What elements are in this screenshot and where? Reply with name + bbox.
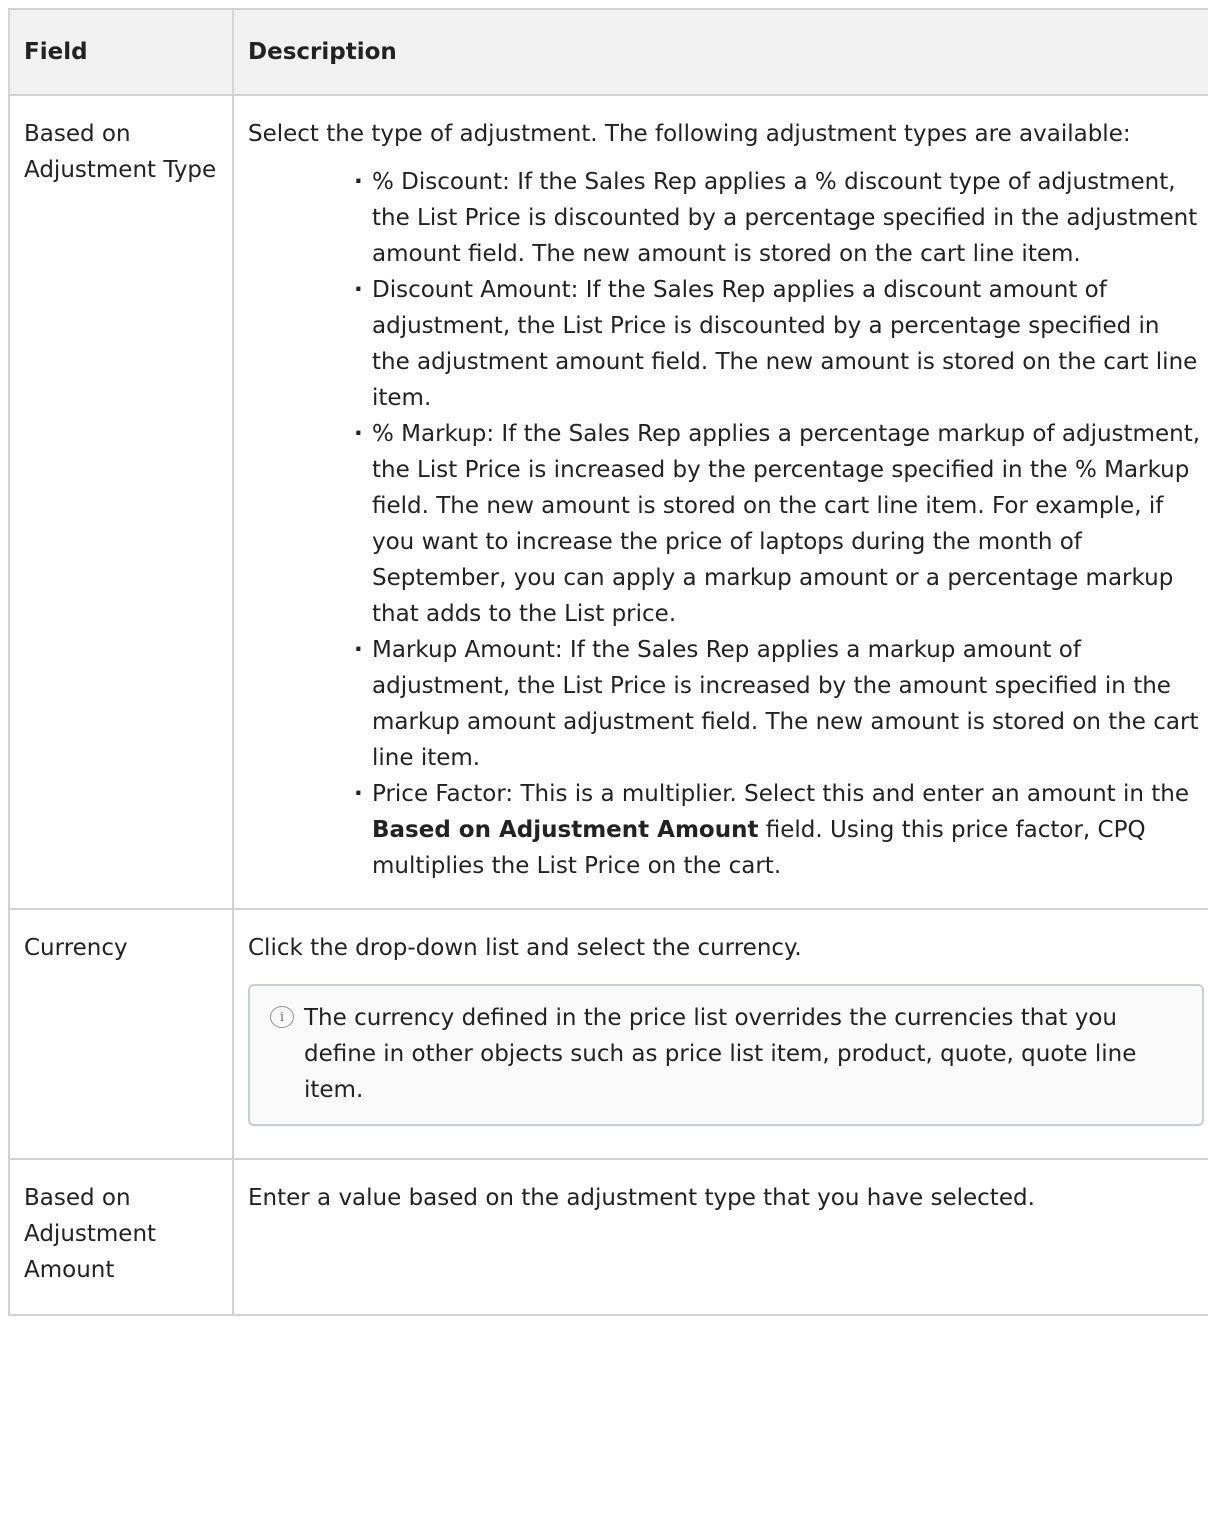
info-note: i The currency defined in the price list…	[248, 984, 1204, 1126]
list-item: % Discount: If the Sales Rep applies a %…	[354, 164, 1204, 272]
description-cell: Select the type of adjustment. The follo…	[232, 94, 1208, 910]
header-description: Description	[232, 8, 1208, 96]
table-row: Based on Adjustment Amount Enter a value…	[8, 1158, 1208, 1316]
price-factor-bold: Based on Adjustment Amount	[372, 817, 759, 843]
description-cell: Enter a value based on the adjustment ty…	[232, 1158, 1208, 1316]
field-name-cell: Based on Adjustment Amount	[8, 1158, 234, 1316]
description-text: Click the drop-down list and select the …	[248, 935, 802, 961]
description-text: Select the type of adjustment. The follo…	[248, 121, 1131, 147]
description-cell: Click the drop-down list and select the …	[232, 908, 1208, 1160]
field-name-cell: Currency	[8, 908, 234, 1160]
list-item: Markup Amount: If the Sales Rep applies …	[354, 632, 1204, 776]
table-row: Currency Click the drop-down list and se…	[8, 908, 1208, 1160]
field-name-cell: Based on Adjustment Type	[8, 94, 234, 910]
list-item: Price Factor: This is a multiplier. Sele…	[354, 776, 1204, 884]
header-row: Field Description	[8, 8, 1208, 96]
list-item: Discount Amount: If the Sales Rep applie…	[354, 272, 1204, 416]
table-row: Based on Adjustment Type Select the type…	[8, 94, 1208, 910]
note-text: The currency defined in the price list o…	[304, 1005, 1137, 1103]
field-description-table: Field Description Based on Adjustment Ty…	[8, 8, 1208, 1316]
table-header: Field Description	[8, 8, 1208, 96]
header-field: Field	[8, 8, 234, 96]
adjustment-type-list: % Discount: If the Sales Rep applies a %…	[248, 164, 1204, 884]
list-item: % Markup: If the Sales Rep applies a per…	[354, 416, 1204, 632]
price-factor-text: Price Factor: This is a multiplier. Sele…	[372, 781, 1190, 807]
info-icon: i	[270, 1006, 294, 1028]
